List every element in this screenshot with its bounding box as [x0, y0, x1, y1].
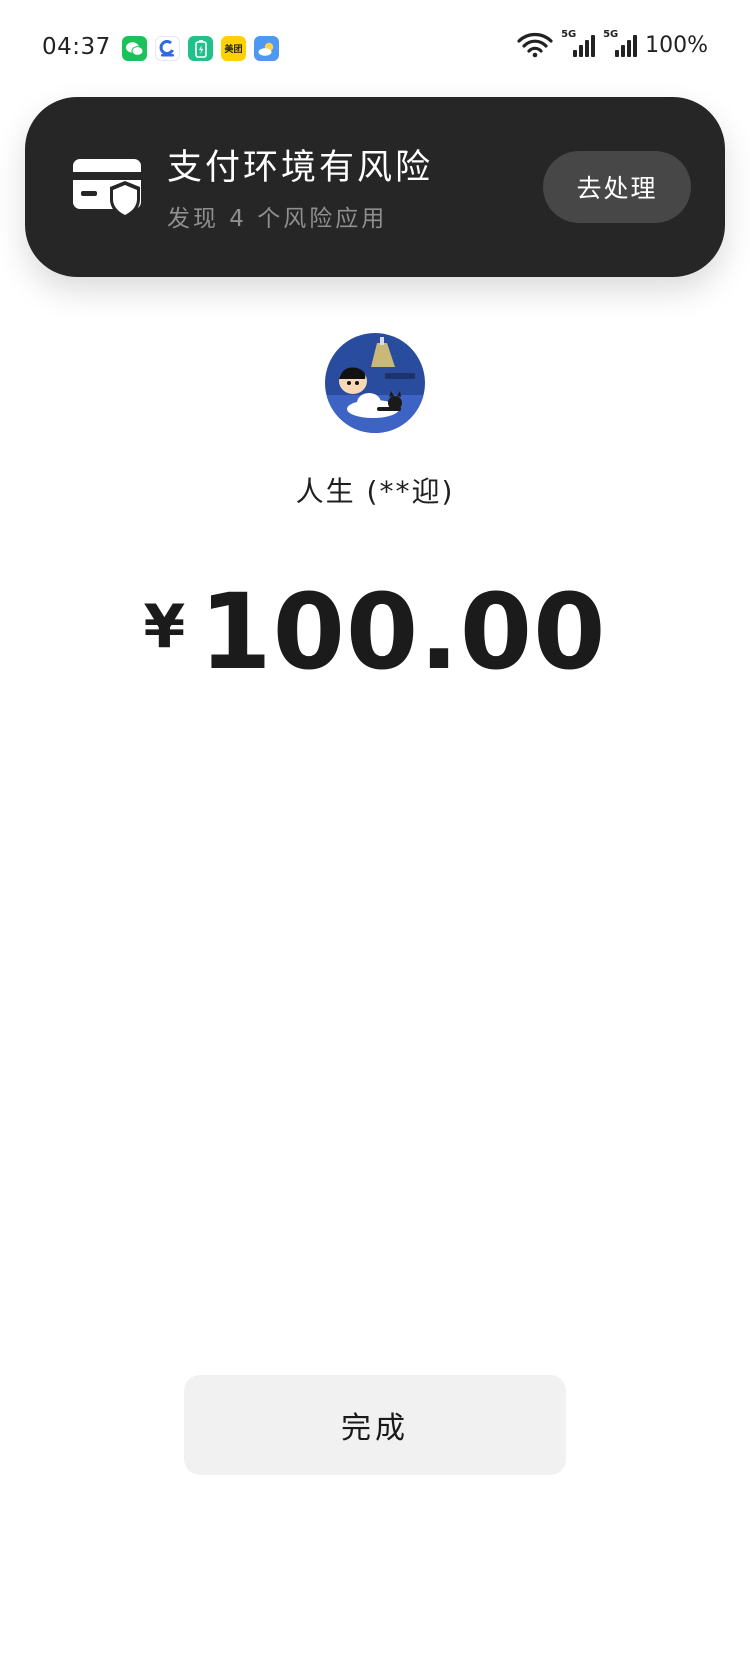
- status-indicators: 5G 5G 100%: [517, 29, 708, 58]
- payment-amount: ¥ 100.00: [0, 571, 750, 693]
- payee-name: 人生 (**迎): [295, 475, 455, 508]
- done-button[interactable]: 完成: [184, 1375, 566, 1475]
- risk-subtitle: 发现 4 个风险应用: [167, 206, 388, 232]
- status-app-icons: 美团: [122, 36, 279, 61]
- amount-value: 100.00: [199, 571, 607, 693]
- meituan-icon: 美团: [221, 36, 246, 61]
- battery-percentage: 100%: [645, 32, 708, 58]
- currency-symbol: ¥: [143, 592, 186, 662]
- handle-risk-button[interactable]: 去处理: [543, 151, 691, 223]
- payee-avatar: [325, 333, 425, 433]
- payment-result-page: 04:37 美团 5G 5G 100% 支付环境有风险 发现 4 个风险应用 去…: [0, 0, 750, 1675]
- signal-5g-1: 5G: [561, 29, 596, 57]
- wifi-icon: [517, 33, 553, 58]
- signal-5g-2: 5G: [603, 29, 638, 57]
- status-bar: 04:37 美团 5G 5G 100%: [0, 0, 750, 96]
- alipay-like-icon: [155, 36, 180, 61]
- wechat-icon: [122, 36, 147, 61]
- risk-notification-banner[interactable]: 支付环境有风险 发现 4 个风险应用 去处理: [25, 97, 725, 277]
- weather-icon: [254, 36, 279, 61]
- card-shield-icon: [73, 159, 141, 219]
- risk-title: 支付环境有风险: [167, 148, 434, 188]
- status-time: 04:37: [42, 34, 111, 60]
- battery-app-icon: [188, 36, 213, 61]
